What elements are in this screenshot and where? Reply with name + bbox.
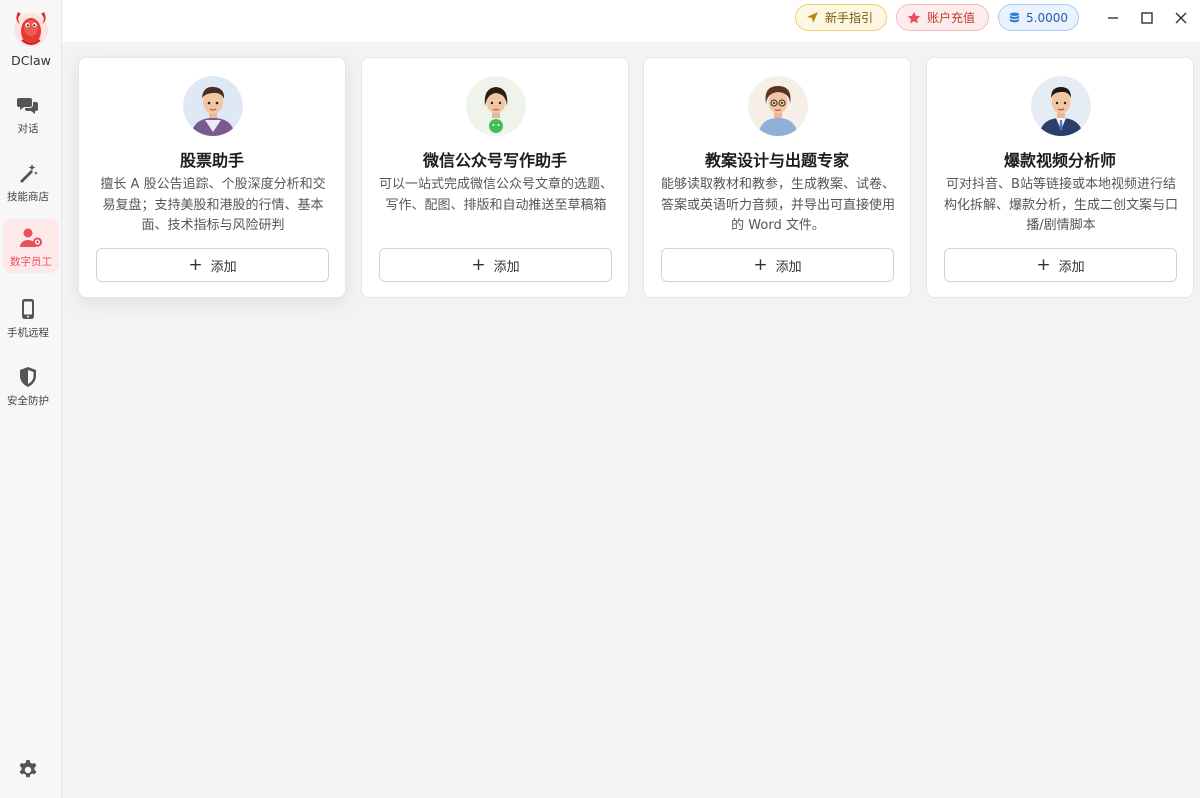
app-logo[interactable]: DClaw (6, 4, 56, 70)
chat-icon (0, 94, 56, 120)
magic-wand-icon (0, 162, 56, 188)
sidebar-item-security[interactable]: 安全防护 (0, 358, 56, 412)
add-button[interactable]: + 添加 (944, 248, 1177, 282)
card-description: 能够读取教材和教参，生成教案、试卷、答案或英语听力音频，并导出可直接使用的 Wo… (660, 177, 895, 233)
card-description: 可以一站式完成微信公众号文章的选题、写作、配图、排版和自动推送至草稿箱 (378, 177, 613, 213)
agent-card[interactable]: 爆款视频分析师 可对抖音、B站等链接或本地视频进行结构化拆解、爆款分析，生成二创… (926, 57, 1194, 298)
card-description: 擅长 A 股公告追踪、个股深度分析和交易复盘；支持美股和港股的行情、基本面、技术… (100, 177, 326, 233)
recharge-button[interactable]: 账户充值 (896, 4, 989, 31)
sidebar-item-label: 对话 (17, 123, 39, 135)
close-icon[interactable] (1169, 6, 1193, 30)
sidebar: DClaw 对话 技能商店 数字员工 手机远程 安全防护 (0, 0, 62, 798)
balance-value: 5.0000 (1026, 10, 1068, 25)
add-label: 添加 (1058, 259, 1085, 275)
sidebar-item-phone-remote[interactable]: 手机远程 (0, 290, 56, 344)
sidebar-item-label: 安全防护 (7, 395, 49, 407)
plus-icon: + (1036, 254, 1051, 275)
avatar (183, 76, 243, 136)
card-title: 教案设计与出题专家 (704, 151, 849, 170)
phone-icon (0, 298, 56, 324)
minimize-icon[interactable] (1101, 6, 1125, 30)
agent-card[interactable]: 教案设计与出题专家 能够读取教材和教参，生成教案、试卷、答案或英语听力音频，并导… (643, 57, 911, 298)
card-title: 爆款视频分析师 (1003, 151, 1116, 170)
add-label: 添加 (493, 259, 520, 275)
agent-card[interactable]: 股票助手 擅长 A 股公告追踪、个股深度分析和交易复盘；支持美股和港股的行情、基… (78, 57, 346, 298)
add-button[interactable]: + 添加 (96, 248, 329, 282)
card-title: 股票助手 (179, 151, 244, 170)
add-label: 添加 (775, 259, 802, 275)
plus-icon: + (188, 254, 203, 275)
star-icon (907, 11, 921, 23)
add-button[interactable]: + 添加 (661, 248, 894, 282)
lobster-logo-icon (14, 12, 48, 47)
sidebar-item-chat[interactable]: 对话 (0, 86, 56, 140)
top-bar: 新手指引 账户充值 5.0000 (62, 0, 1200, 42)
gear-icon[interactable] (16, 758, 40, 782)
sidebar-item-label: 技能商店 (7, 191, 49, 203)
card-description: 可对抖音、B站等链接或本地视频进行结构化拆解、爆款分析，生成二创文案与口播/剧情… (943, 177, 1178, 233)
add-label: 添加 (210, 259, 237, 275)
sidebar-item-digital-employee[interactable]: 数字员工 (3, 219, 59, 273)
guide-label: 新手指引 (825, 11, 874, 25)
sidebar-item-skill-store[interactable]: 技能商店 (0, 154, 56, 208)
maximize-icon[interactable] (1135, 6, 1159, 30)
agent-card[interactable]: 微信公众号写作助手 可以一站式完成微信公众号文章的选题、写作、配图、排版和自动推… (361, 57, 629, 298)
user-gear-icon (3, 227, 59, 253)
recharge-label: 账户充值 (927, 11, 976, 25)
plus-icon: + (471, 254, 486, 275)
guide-button[interactable]: 新手指引 (795, 4, 887, 31)
avatar (748, 76, 808, 136)
avatar (1031, 76, 1091, 136)
app-name: DClaw (11, 53, 51, 68)
database-coin-icon (1009, 12, 1020, 22)
sidebar-item-label: 手机远程 (7, 327, 49, 339)
shield-icon (0, 366, 56, 392)
navigation-arrow-icon (807, 12, 818, 23)
balance-badge[interactable]: 5.0000 (998, 4, 1079, 31)
avatar (466, 76, 526, 136)
plus-icon: + (753, 254, 768, 275)
card-title: 微信公众号写作助手 (422, 151, 567, 170)
sidebar-item-label: 数字员工 (10, 256, 52, 268)
add-button[interactable]: + 添加 (379, 248, 612, 282)
